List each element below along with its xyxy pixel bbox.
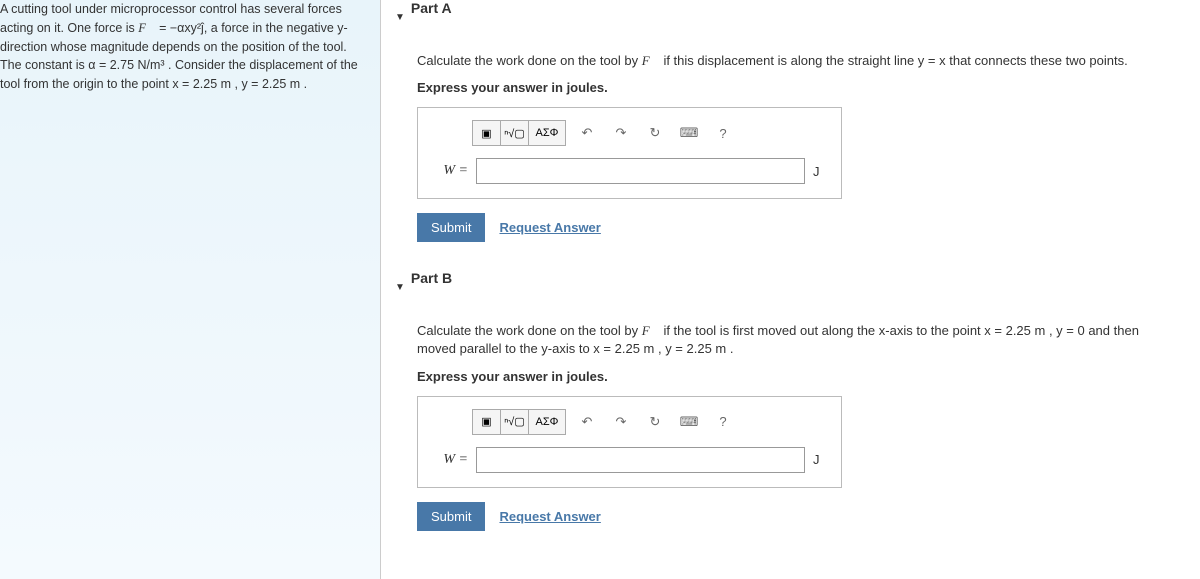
greek-button[interactable]: ΑΣΦ — [529, 121, 565, 145]
part-a-request-link[interactable]: Request Answer — [499, 220, 600, 235]
reset-icon[interactable]: ↻ — [642, 121, 668, 145]
undo-icon[interactable]: ↶ — [574, 410, 600, 434]
problem-statement: A cutting tool under microprocessor cont… — [0, 0, 380, 579]
caret-icon[interactable]: ▼ — [395, 282, 405, 293]
help-icon[interactable]: ? — [710, 121, 736, 145]
undo-icon[interactable]: ↶ — [574, 121, 600, 145]
part-b-submit-button[interactable]: Submit — [417, 502, 485, 531]
part-b-instruction: Express your answer in joules. — [417, 369, 1180, 384]
template-button[interactable]: ▣ — [473, 410, 501, 434]
caret-icon[interactable]: ▼ — [395, 12, 405, 23]
part-a-block: ▼ Part A Calculate the work done on the … — [417, 0, 1180, 242]
part-b-request-link[interactable]: Request Answer — [499, 509, 600, 524]
part-a-input[interactable] — [476, 158, 805, 184]
part-b-unit: J — [813, 452, 827, 467]
part-a-unit: J — [813, 164, 827, 179]
part-a-title: Part A — [411, 0, 452, 16]
keyboard-icon[interactable]: ⌨ — [676, 410, 702, 434]
part-a-instruction: Express your answer in joules. — [417, 80, 1180, 95]
part-a-prompt: Calculate the work done on the tool by F… — [417, 52, 1180, 70]
part-b-answer-box: ▣ ⁿ√▢ ΑΣΦ ↶ ↷ ↻ ⌨ ? W = J — [417, 396, 842, 488]
redo-icon[interactable]: ↷ — [608, 410, 634, 434]
part-b-title: Part B — [411, 270, 452, 286]
part-a-submit-button[interactable]: Submit — [417, 213, 485, 242]
part-a-answer-box: ▣ ⁿ√▢ ΑΣΦ ↶ ↷ ↻ ⌨ ? W = J — [417, 107, 842, 199]
parts-panel: ▼ Part A Calculate the work done on the … — [380, 0, 1200, 579]
template-button[interactable]: ▣ — [473, 121, 501, 145]
reset-icon[interactable]: ↻ — [642, 410, 668, 434]
keyboard-icon[interactable]: ⌨ — [676, 121, 702, 145]
part-b-var: W = — [432, 452, 468, 468]
sqrt-button[interactable]: ⁿ√▢ — [501, 121, 529, 145]
help-icon[interactable]: ? — [710, 410, 736, 434]
redo-icon[interactable]: ↷ — [608, 121, 634, 145]
part-a-var: W = — [432, 163, 468, 179]
part-b-prompt: Calculate the work done on the tool by F… — [417, 322, 1180, 358]
part-b-block: ▼ Part B Calculate the work done on the … — [417, 270, 1180, 530]
sqrt-button[interactable]: ⁿ√▢ — [501, 410, 529, 434]
part-b-input[interactable] — [476, 447, 805, 473]
toolbar-b: ▣ ⁿ√▢ ΑΣΦ ↶ ↷ ↻ ⌨ ? — [472, 409, 827, 435]
force-vector-symbol: F⃗ — [138, 21, 155, 35]
toolbar-a: ▣ ⁿ√▢ ΑΣΦ ↶ ↷ ↻ ⌨ ? — [472, 120, 827, 146]
greek-button[interactable]: ΑΣΦ — [529, 410, 565, 434]
